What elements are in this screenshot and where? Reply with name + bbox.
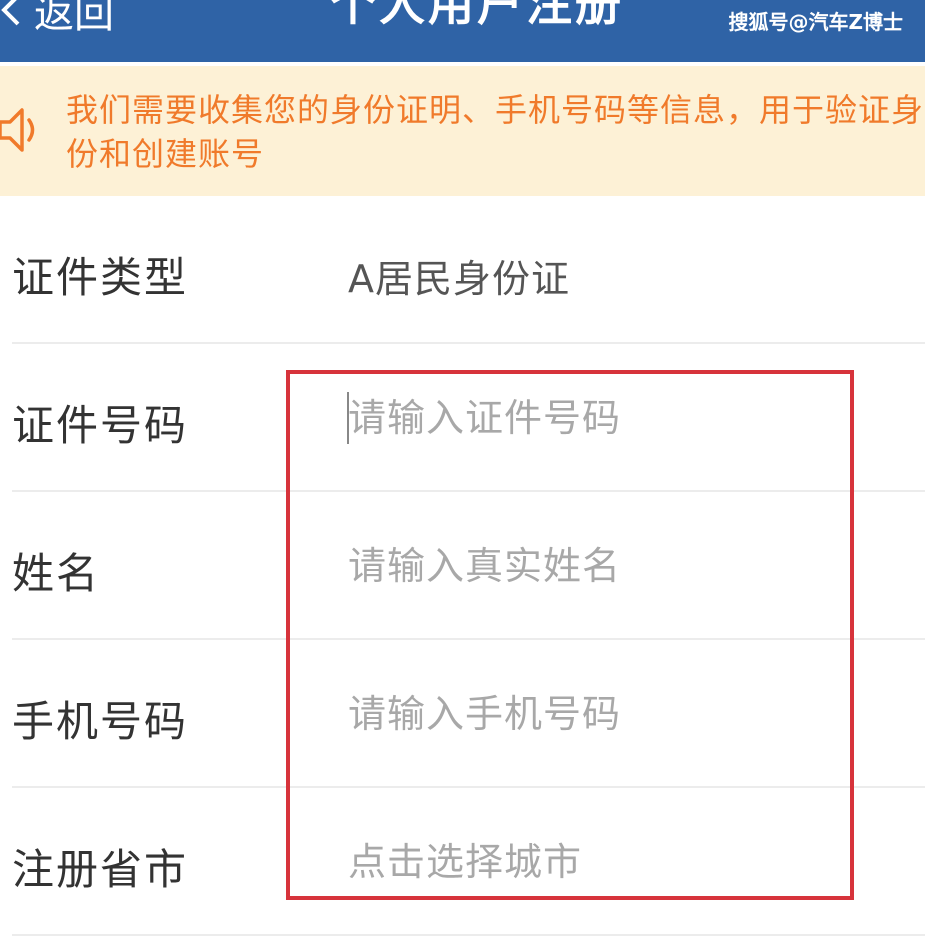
id-number-input[interactable] (348, 390, 848, 446)
phone-row: 手机号码 (0, 640, 925, 788)
name-label: 姓名 (12, 549, 101, 598)
watermark: 搜狐号@汽车Z博士 (728, 10, 903, 34)
back-button[interactable]: 返回 (0, 0, 114, 40)
registration-form: 证件类型 A居民身份证 证件号码 姓名 手机号码 注册省市 (0, 196, 925, 936)
notice-text: 我们需要收集您的身份证明、手机号码等信息，用于验证身份和创建账号 (66, 91, 925, 173)
page-title: 个人用户注册 (330, 0, 624, 31)
app-header: 返回 个人用户注册 搜狐号@汽车Z博士 (0, 0, 925, 62)
id-type-row[interactable]: 证件类型 A居民身份证 (0, 196, 925, 344)
phone-input[interactable] (348, 686, 848, 742)
city-label: 注册省市 (12, 845, 189, 894)
id-type-value[interactable]: A居民身份证 (348, 248, 570, 303)
phone-label: 手机号码 (12, 697, 189, 746)
chevron-left-icon (0, 0, 24, 40)
speaker-icon (0, 104, 44, 160)
name-row: 姓名 (0, 492, 925, 640)
back-label: 返回 (34, 0, 114, 37)
id-type-label: 证件类型 (12, 253, 189, 302)
text-cursor (347, 392, 349, 444)
city-row[interactable]: 注册省市 (0, 788, 925, 936)
city-select-input[interactable] (348, 834, 848, 890)
id-number-row: 证件号码 (0, 344, 925, 492)
name-input[interactable] (348, 538, 848, 594)
id-number-label: 证件号码 (12, 401, 189, 450)
